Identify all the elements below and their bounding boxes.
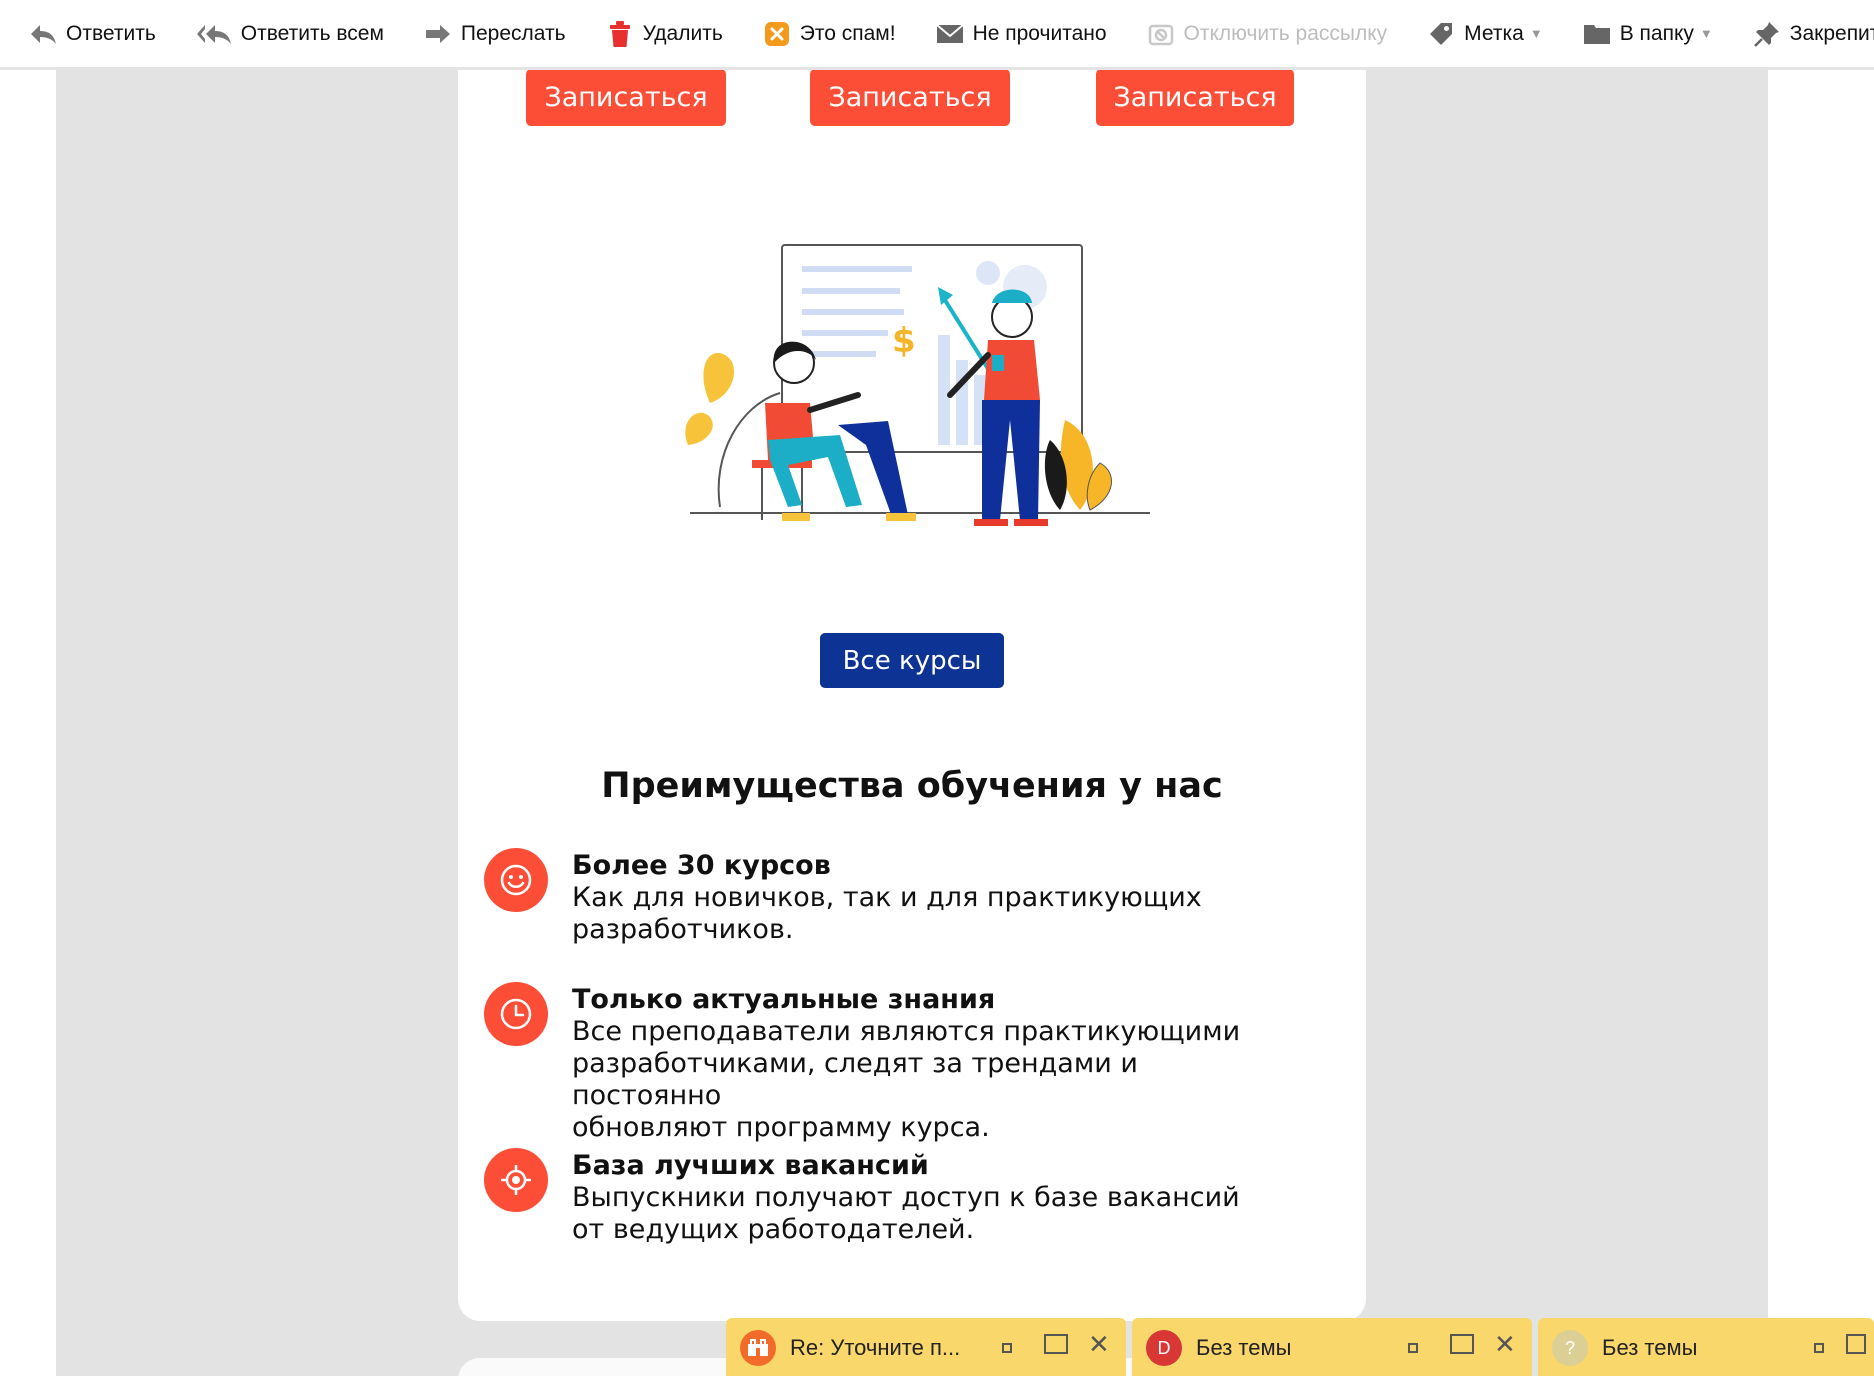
- minimize-icon[interactable]: [1408, 1343, 1418, 1353]
- teaching-illustration: $: [685, 244, 1150, 526]
- reply-button[interactable]: Ответить: [28, 14, 156, 54]
- reply-all-label: Ответить всем: [240, 21, 384, 45]
- label-dropdown-label: Метка: [1464, 21, 1524, 45]
- forward-label: Переслать: [460, 21, 566, 45]
- delete-label: Удалить: [642, 21, 723, 45]
- tab-title: Без темы: [1602, 1335, 1698, 1360]
- minimize-icon[interactable]: [1814, 1343, 1824, 1353]
- label-dropdown[interactable]: Метка ▼: [1426, 14, 1543, 54]
- spam-icon: [762, 19, 792, 49]
- minimized-message-tab[interactable]: Re: Уточните п... ✕: [726, 1318, 1126, 1376]
- tab-title: Re: Уточните п...: [790, 1335, 961, 1360]
- reply-all-icon: [195, 19, 233, 49]
- pin-button[interactable]: Закрепить: [1752, 14, 1874, 54]
- mark-unread-button[interactable]: Не прочитано: [935, 14, 1107, 54]
- smile-icon: [484, 848, 548, 912]
- move-to-folder-label: В папку: [1619, 21, 1694, 45]
- reply-icon: [28, 19, 58, 49]
- chevron-down-icon: ▼: [1699, 26, 1713, 41]
- spam-button[interactable]: Это спам!: [762, 14, 896, 54]
- tag-icon: [1426, 19, 1456, 49]
- reply-label: Ответить: [66, 21, 156, 45]
- advantage-text: Выпускники получают доступ к базе ваканс…: [572, 1182, 1240, 1245]
- advantage-title: Более 30 курсов: [572, 850, 831, 881]
- mail-app-avatar-icon: [740, 1330, 776, 1366]
- advantage-text: Все преподаватели являются практикующими…: [572, 1016, 1241, 1143]
- close-icon[interactable]: ✕: [1494, 1331, 1516, 1357]
- minimized-message-tab[interactable]: D Без темы ✕: [1132, 1318, 1532, 1376]
- move-to-folder-dropdown[interactable]: В папку ▼: [1582, 14, 1713, 54]
- close-icon[interactable]: ✕: [1088, 1331, 1110, 1357]
- delete-button[interactable]: Удалить: [605, 14, 723, 54]
- unsubscribe-label: Отключить рассылку: [1183, 21, 1388, 45]
- spam-label: Это спам!: [799, 21, 896, 45]
- mark-unread-label: Не прочитано: [972, 21, 1107, 45]
- forward-arrow-icon: [423, 19, 453, 49]
- unsubscribe-icon: [1146, 19, 1176, 49]
- tab-title: Без темы: [1196, 1335, 1292, 1360]
- pin-label: Закрепить: [1789, 21, 1874, 45]
- advantages-title: Преимущества обучения у нас: [601, 766, 1223, 806]
- signup-button[interactable]: Записаться: [1096, 69, 1294, 126]
- maximize-icon[interactable]: [1450, 1334, 1474, 1354]
- unsubscribe-button[interactable]: Отключить рассылку: [1146, 14, 1388, 54]
- minimize-icon[interactable]: [1002, 1343, 1012, 1353]
- maximize-icon[interactable]: [1846, 1334, 1866, 1354]
- target-icon: [484, 1148, 548, 1212]
- folder-icon: [1582, 19, 1612, 49]
- dollar-symbol: $: [892, 321, 916, 361]
- avatar: D: [1146, 1330, 1182, 1366]
- forward-button[interactable]: Переслать: [423, 14, 566, 54]
- message-toolbar: Ответить Ответить всем Переслать Удалить…: [0, 0, 1874, 70]
- reply-all-button[interactable]: Ответить всем: [195, 14, 384, 54]
- chevron-down-icon: ▼: [1529, 26, 1543, 41]
- signup-button[interactable]: Записаться: [810, 69, 1010, 126]
- avatar: ?: [1552, 1330, 1588, 1366]
- all-courses-button[interactable]: Все курсы: [820, 633, 1004, 688]
- pin-icon: [1752, 19, 1782, 49]
- signup-button[interactable]: Записаться: [526, 69, 726, 126]
- envelope-icon: [935, 19, 965, 49]
- advantage-title: Только актуальные знания: [572, 984, 996, 1015]
- clock-icon: [484, 982, 548, 1046]
- advantage-title: База лучших вакансий: [572, 1150, 929, 1181]
- advantage-text: Как для новичков, так и для практикующих…: [572, 882, 1202, 945]
- trash-icon: [605, 19, 635, 49]
- maximize-icon[interactable]: [1044, 1334, 1068, 1354]
- minimized-message-tab[interactable]: ? Без темы: [1538, 1318, 1874, 1376]
